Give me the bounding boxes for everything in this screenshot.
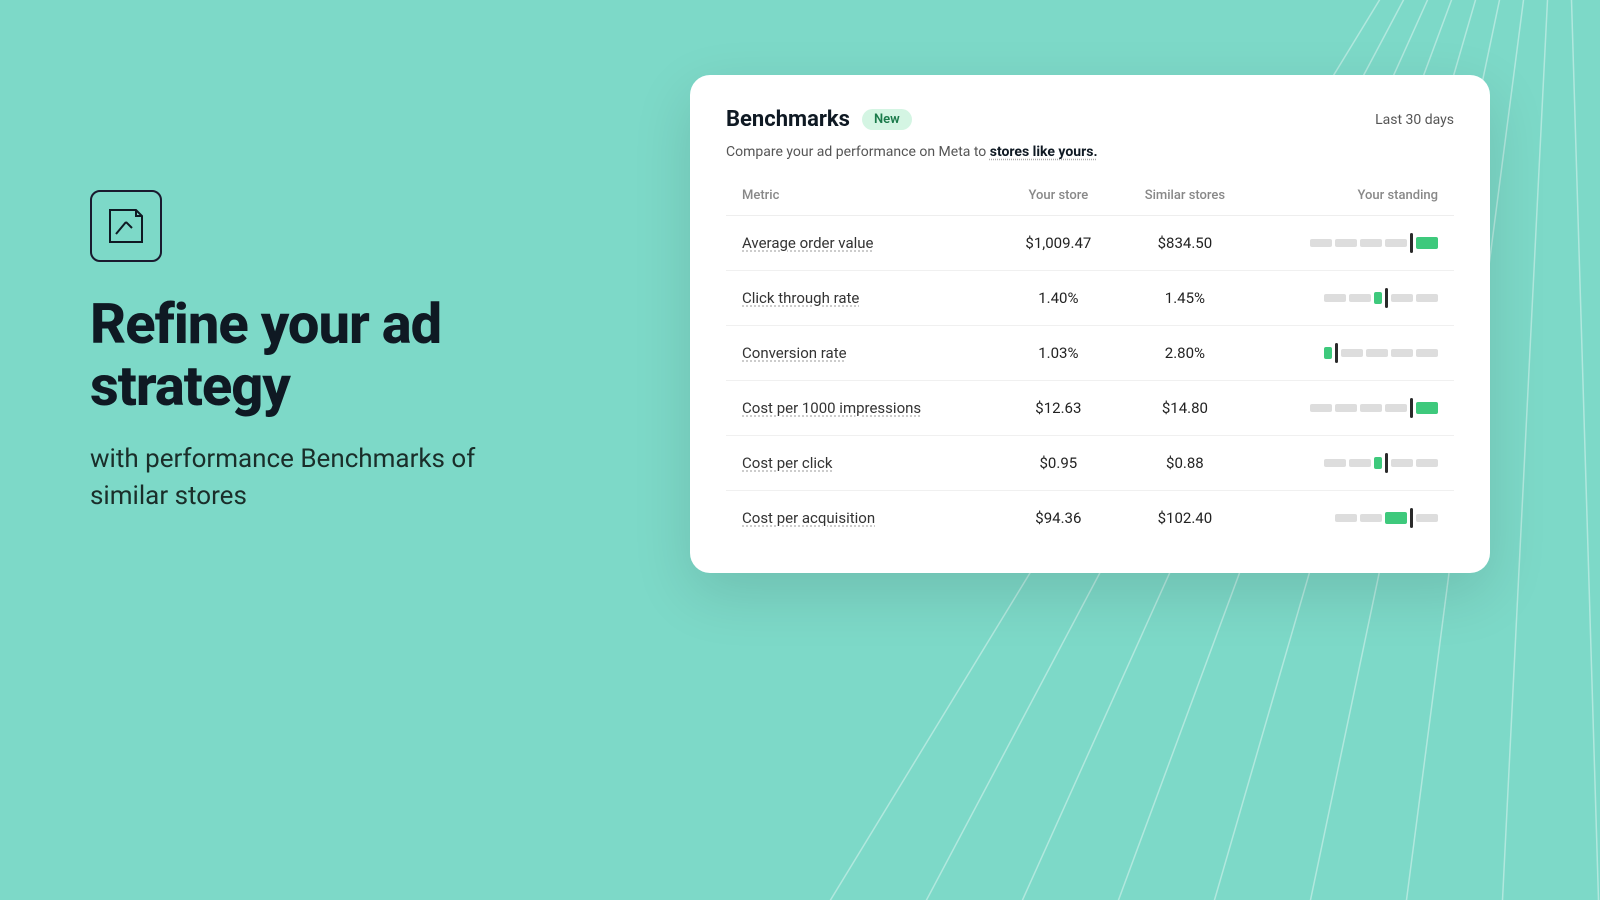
table-header: Metric Your store Similar stores Your st… <box>726 180 1454 216</box>
standing-cell <box>1248 457 1438 469</box>
metric-your-store: $12.63 <box>995 399 1122 417</box>
card-title-row: Benchmarks New <box>726 107 912 132</box>
bar-seg <box>1385 404 1407 412</box>
metric-similar: $0.88 <box>1122 454 1249 472</box>
logo-icon <box>104 204 148 248</box>
bar-seg <box>1310 239 1332 247</box>
bar-seg <box>1366 349 1388 357</box>
bar-seg <box>1385 239 1407 247</box>
metric-similar: 1.45% <box>1122 289 1249 307</box>
table-row: Cost per click $0.95 $0.88 <box>726 436 1454 491</box>
header-your-store: Your store <box>995 188 1122 203</box>
bar-seg-active <box>1324 347 1332 359</box>
card-header: Benchmarks New Last 30 days <box>726 107 1454 132</box>
subheadline: with performance Benchmarks of similar s… <box>90 441 540 514</box>
bar-seg <box>1349 294 1371 302</box>
standing-cell <box>1248 292 1438 304</box>
bar-seg <box>1341 349 1363 357</box>
bar-marker <box>1410 233 1413 253</box>
metric-name: Cost per click <box>742 454 995 472</box>
header-standing: Your standing <box>1248 188 1438 203</box>
bar-seg <box>1324 294 1346 302</box>
table-row: Conversion rate 1.03% 2.80% <box>726 326 1454 381</box>
bar-seg <box>1416 349 1438 357</box>
metric-your-store: 1.40% <box>995 289 1122 307</box>
metric-similar: $102.40 <box>1122 509 1249 527</box>
bar-seg <box>1335 239 1357 247</box>
bar-seg <box>1310 404 1332 412</box>
metric-name: Cost per acquisition <box>742 509 995 527</box>
header-metric: Metric <box>742 188 995 203</box>
bar-marker <box>1335 343 1338 363</box>
metric-name: Cost per 1000 impressions <box>742 399 995 417</box>
standing-bar <box>1324 347 1438 359</box>
standing-cell <box>1248 347 1438 359</box>
bar-seg-active <box>1374 457 1382 469</box>
description-bold: stores like yours. <box>990 144 1098 160</box>
left-panel: Refine your ad strategy with performance… <box>90 190 540 514</box>
bar-seg <box>1335 404 1357 412</box>
bar-marker <box>1385 288 1388 308</box>
metric-your-store: $94.36 <box>995 509 1122 527</box>
bar-seg-active <box>1385 512 1407 524</box>
standing-bar <box>1310 402 1438 414</box>
bar-seg <box>1360 514 1382 522</box>
bar-marker <box>1410 398 1413 418</box>
metric-name: Conversion rate <box>742 344 995 362</box>
card-title: Benchmarks <box>726 107 850 132</box>
bar-seg <box>1391 294 1413 302</box>
bar-seg-active <box>1416 237 1438 249</box>
standing-cell <box>1248 402 1438 414</box>
metric-similar: $14.80 <box>1122 399 1249 417</box>
bar-seg <box>1416 459 1438 467</box>
standing-bar <box>1310 237 1438 249</box>
metric-your-store: 1.03% <box>995 344 1122 362</box>
standing-bar <box>1324 292 1438 304</box>
standing-cell <box>1248 512 1438 524</box>
standing-bar <box>1335 512 1438 524</box>
new-badge: New <box>862 109 912 130</box>
bar-seg <box>1360 239 1382 247</box>
metric-your-store: $1,009.47 <box>995 234 1122 252</box>
bar-seg <box>1391 349 1413 357</box>
header-similar-stores: Similar stores <box>1122 188 1249 203</box>
bar-marker <box>1410 508 1413 528</box>
logo <box>90 190 162 262</box>
bar-seg <box>1349 459 1371 467</box>
metric-name: Average order value <box>742 234 995 252</box>
bar-seg <box>1391 459 1413 467</box>
description-start: Compare your ad performance on Meta to <box>726 144 990 160</box>
bar-seg-active <box>1374 292 1382 304</box>
metric-your-store: $0.95 <box>995 454 1122 472</box>
table-row: Click through rate 1.40% 1.45% <box>726 271 1454 326</box>
bar-seg <box>1416 514 1438 522</box>
headline: Refine your ad strategy <box>90 294 540 417</box>
metric-similar: 2.80% <box>1122 344 1249 362</box>
standing-cell <box>1248 237 1438 249</box>
table-row: Cost per 1000 impressions $12.63 $14.80 <box>726 381 1454 436</box>
standing-bar <box>1324 457 1438 469</box>
bar-seg <box>1335 514 1357 522</box>
bar-marker <box>1385 453 1388 473</box>
bar-seg-active <box>1416 402 1438 414</box>
metric-similar: $834.50 <box>1122 234 1249 252</box>
table-row: Average order value $1,009.47 $834.50 <box>726 216 1454 271</box>
table-row: Cost per acquisition $94.36 $102.40 <box>726 491 1454 545</box>
last-days: Last 30 days <box>1375 112 1454 128</box>
bar-seg <box>1416 294 1438 302</box>
metric-name: Click through rate <box>742 289 995 307</box>
benchmarks-card: Benchmarks New Last 30 days Compare your… <box>690 75 1490 573</box>
card-description: Compare your ad performance on Meta to s… <box>726 144 1454 160</box>
bar-seg <box>1360 404 1382 412</box>
bar-seg <box>1324 459 1346 467</box>
